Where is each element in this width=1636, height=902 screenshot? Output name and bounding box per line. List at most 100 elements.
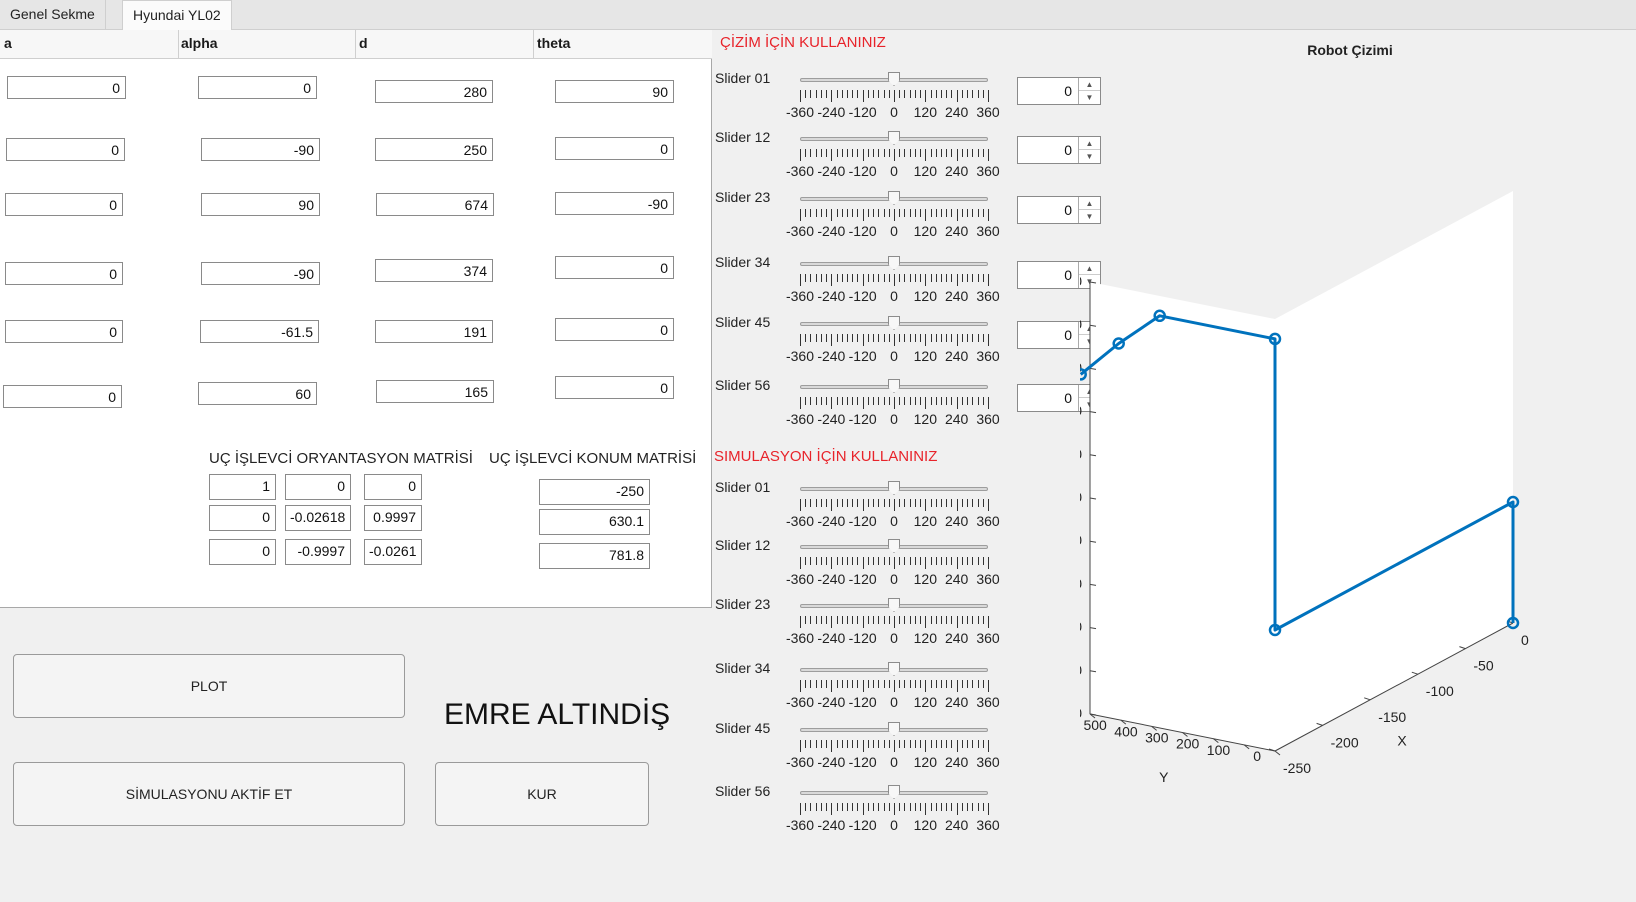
a-field-2[interactable]: 0	[6, 138, 125, 161]
slider-tick	[852, 397, 854, 405]
d-field-3[interactable]: 674	[376, 193, 494, 216]
slider-tick	[956, 90, 958, 102]
orientation-cell-r3c1[interactable]: 0	[209, 539, 276, 565]
slider-tick	[977, 149, 979, 157]
slider-tick	[904, 499, 906, 507]
alpha-field-2[interactable]: -90	[201, 138, 320, 161]
author-name: EMRE ALTINDİŞ	[444, 698, 671, 731]
orientation-cell-r1c3[interactable]: 0	[364, 474, 422, 500]
slider-tick	[946, 740, 948, 748]
drawing-slider-2-thumb[interactable]	[888, 131, 900, 145]
simulation-slider-6-thumb[interactable]	[888, 785, 900, 799]
slider-tick	[873, 680, 875, 688]
theta-field-3[interactable]: -90	[555, 192, 674, 215]
alpha-field-3[interactable]: 90	[201, 193, 320, 216]
orientation-cell-r1c1[interactable]: 1	[209, 474, 276, 500]
slider-tick	[847, 740, 848, 748]
orientation-cell-r2c3[interactable]: 0.9997	[364, 505, 422, 531]
slider-tick	[805, 90, 807, 98]
tab-genel-sekme[interactable]: Genel Sekme	[0, 0, 106, 30]
slider-tick	[888, 740, 890, 748]
a-field-3[interactable]: 0	[5, 193, 123, 216]
orientation-cell-r3c3[interactable]: -0.0261	[364, 539, 422, 565]
tab-hyundai-yl02[interactable]: Hyundai YL02	[122, 0, 232, 31]
theta-field-6[interactable]: 0	[555, 376, 674, 399]
slider-tick	[894, 499, 895, 511]
z-tick-label: 100	[1080, 662, 1082, 678]
orientation-cell-r2c1[interactable]: 0	[209, 505, 276, 531]
slider-tick	[888, 334, 890, 342]
drawing-slider-1-thumb[interactable]	[888, 72, 900, 86]
slider-tick	[878, 274, 880, 282]
slider-tick	[826, 90, 828, 98]
slider-tick	[894, 803, 895, 815]
theta-field-2[interactable]: 0	[555, 137, 674, 160]
simulation-slider-5-thumb[interactable]	[888, 722, 900, 736]
a-field-6[interactable]: 0	[3, 385, 122, 408]
slider-tick	[951, 209, 953, 217]
slider-tick	[852, 803, 854, 811]
alpha-field-5[interactable]: -61.5	[200, 320, 319, 343]
position-y-field[interactable]: 630.1	[539, 509, 650, 535]
slider-tick	[836, 680, 838, 688]
slider-tick	[831, 616, 833, 628]
x-tick-label: -200	[1331, 734, 1359, 750]
position-z-field[interactable]: 781.8	[539, 543, 650, 569]
slider-tick	[841, 680, 843, 688]
slider-tick	[847, 803, 848, 811]
plot-button[interactable]: PLOT	[13, 654, 405, 718]
d-field-4[interactable]: 374	[375, 259, 493, 282]
slider-tick	[914, 334, 916, 342]
z-tick-label: 500	[1080, 489, 1082, 505]
d-field-2[interactable]: 250	[375, 138, 493, 161]
slider-tick	[836, 557, 838, 565]
a-field-4[interactable]: 0	[5, 262, 123, 285]
slider-tick	[815, 740, 817, 748]
alpha-field-4[interactable]: -90	[201, 262, 320, 285]
robot-plot-3d[interactable]: Robot Çizimi0100200300400500600700800900…	[1080, 30, 1636, 902]
slider-tick	[972, 149, 974, 157]
orientation-cell-r3c2[interactable]: -0.9997	[285, 539, 351, 565]
simulation-slider-3-thumb[interactable]	[888, 598, 900, 612]
position-x-field[interactable]: -250	[539, 479, 650, 505]
a-field-5[interactable]: 0	[5, 320, 123, 343]
simulation-slider-4-thumb[interactable]	[888, 662, 900, 676]
simulation-slider-1-thumb[interactable]	[888, 481, 900, 495]
slider-tick	[800, 334, 801, 346]
drawing-slider-5-thumb[interactable]	[888, 316, 900, 330]
slider-tick	[831, 740, 833, 752]
slider-tick	[873, 209, 875, 217]
slider-tick	[967, 803, 969, 811]
alpha-field-6[interactable]: 60	[198, 382, 317, 405]
slider-tick-label: 360	[976, 694, 1000, 710]
d-field-1[interactable]: 280	[375, 80, 493, 103]
slider-tick	[930, 274, 932, 282]
slider-tick	[894, 557, 895, 569]
drawing-slider-3-thumb[interactable]	[888, 191, 900, 205]
slider-tick	[925, 90, 927, 102]
kur-button[interactable]: KUR	[435, 762, 649, 826]
d-field-6[interactable]: 165	[376, 380, 494, 403]
simulation-activate-button[interactable]: SİMULASYONU AKTİF ET	[13, 762, 405, 826]
slider-tick	[935, 680, 937, 688]
drawing-slider-6-thumb[interactable]	[888, 379, 900, 393]
a-field-1[interactable]: 0	[7, 76, 126, 99]
slider-tick	[925, 740, 927, 752]
slider-tick	[982, 90, 984, 98]
drawing-slider-4-thumb[interactable]	[888, 256, 900, 270]
slider-tick	[815, 499, 817, 507]
simulation-slider-2-thumb[interactable]	[888, 539, 900, 553]
alpha-field-1[interactable]: 0	[198, 76, 317, 99]
slider-tick	[888, 803, 890, 811]
slider-tick	[841, 334, 843, 342]
d-field-5[interactable]: 191	[375, 320, 493, 343]
theta-field-5[interactable]: 0	[555, 318, 674, 341]
theta-field-1[interactable]: 90	[555, 80, 674, 103]
slider-tick	[961, 616, 963, 624]
orientation-cell-r2c2[interactable]: -0.02618	[285, 505, 351, 531]
drawing-slider-5-spinner-value: 0	[1064, 327, 1072, 343]
theta-field-4[interactable]: 0	[555, 256, 674, 279]
orientation-cell-r1c2[interactable]: 0	[285, 474, 351, 500]
slider-tick	[946, 274, 948, 282]
slider-tick	[883, 334, 885, 342]
